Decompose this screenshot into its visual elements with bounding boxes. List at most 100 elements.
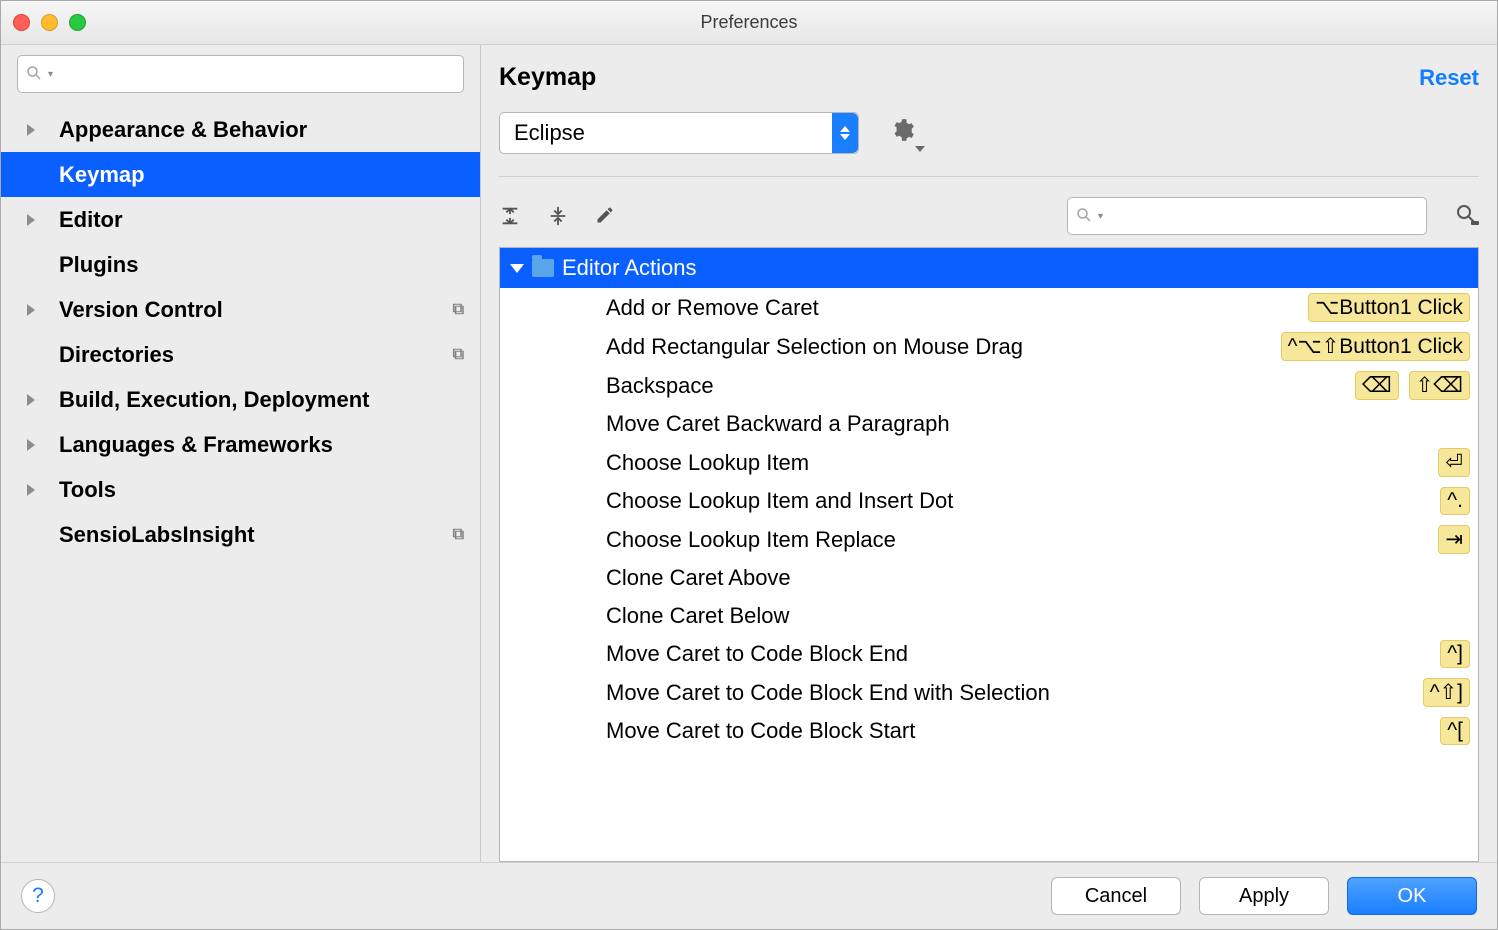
- scheme-value: Eclipse: [514, 120, 585, 146]
- action-label: Clone Caret Below: [606, 603, 1470, 629]
- shortcut-group: ^]: [1440, 640, 1470, 668]
- shortcut-badge: ^⌥⇧Button1 Click: [1281, 332, 1470, 361]
- action-row[interactable]: Move Caret Backward a Paragraph: [500, 405, 1478, 443]
- settings-tree: Appearance & Behavior Keymap Editor Plug…: [1, 107, 480, 862]
- find-by-shortcut-icon[interactable]: [1455, 203, 1479, 230]
- window-title: Preferences: [1, 12, 1497, 33]
- sidebar-item-label: Editor: [59, 207, 123, 233]
- action-label: Add Rectangular Selection on Mouse Drag: [606, 334, 1281, 360]
- shortcut-group: ⌫⇧⌫: [1355, 371, 1470, 400]
- expand-icon: [27, 394, 35, 406]
- edit-icon[interactable]: [595, 205, 615, 227]
- sidebar-search-input[interactable]: [53, 64, 455, 84]
- shortcut-group: ⌥Button1 Click: [1308, 293, 1470, 322]
- expand-icon: [27, 304, 35, 316]
- sidebar-item-label: SensioLabsInsight: [59, 522, 255, 548]
- sidebar-item-languages-frameworks[interactable]: Languages & Frameworks: [1, 422, 480, 467]
- gear-icon[interactable]: [889, 117, 915, 150]
- ok-button[interactable]: OK: [1347, 877, 1477, 915]
- shortcut-badge: ⇥: [1438, 525, 1470, 554]
- sidebar-item-sensiolabs[interactable]: SensioLabsInsight ⧉: [1, 512, 480, 557]
- sidebar-item-label: Keymap: [59, 162, 145, 188]
- action-row[interactable]: Choose Lookup Item and Insert Dot^.: [500, 482, 1478, 520]
- sidebar-item-label: Languages & Frameworks: [59, 432, 333, 458]
- stepper-icon: [832, 113, 858, 153]
- shortcut-group: ^⌥⇧Button1 Click: [1281, 332, 1470, 361]
- action-label: Backspace: [606, 373, 1355, 399]
- sidebar-item-label: Plugins: [59, 252, 138, 278]
- action-row[interactable]: Clone Caret Above: [500, 559, 1478, 597]
- sidebar-item-label: Build, Execution, Deployment: [59, 387, 369, 413]
- shortcut-badge: ⏎: [1438, 448, 1470, 477]
- shortcut-badge: ⌥Button1 Click: [1308, 293, 1470, 322]
- expand-all-icon[interactable]: [499, 205, 521, 227]
- action-row[interactable]: Move Caret to Code Block Start^[: [500, 712, 1478, 750]
- action-row[interactable]: Clone Caret Below: [500, 597, 1478, 635]
- project-scope-icon: ⧉: [453, 346, 464, 364]
- action-row[interactable]: Add Rectangular Selection on Mouse Drag^…: [500, 327, 1478, 366]
- shortcut-badge: ⇧⌫: [1409, 371, 1470, 400]
- shortcut-badge: ^]: [1440, 640, 1470, 668]
- project-scope-icon: ⧉: [453, 526, 464, 544]
- action-tree[interactable]: Editor Actions Add or Remove Caret⌥Butto…: [499, 247, 1479, 862]
- chevron-down-icon: [510, 264, 524, 273]
- content: ▾ Appearance & Behavior Keymap Editor Pl…: [1, 45, 1497, 862]
- shortcut-group: ^.: [1440, 487, 1470, 515]
- action-row[interactable]: Add or Remove Caret⌥Button1 Click: [500, 288, 1478, 327]
- sidebar-item-label: Directories: [59, 342, 174, 368]
- sidebar-item-plugins[interactable]: Plugins: [1, 242, 480, 287]
- dialog-buttons: ? Cancel Apply OK: [1, 862, 1497, 929]
- shortcut-group: ⇥: [1438, 525, 1470, 554]
- sidebar-item-build-execution-deployment[interactable]: Build, Execution, Deployment: [1, 377, 480, 422]
- action-label: Move Caret Backward a Paragraph: [606, 411, 1470, 437]
- action-row[interactable]: Choose Lookup Item⏎: [500, 443, 1478, 482]
- reset-link[interactable]: Reset: [1419, 65, 1479, 91]
- sidebar-item-label: Tools: [59, 477, 116, 503]
- expand-icon: [27, 439, 35, 451]
- search-icon: [26, 65, 44, 83]
- preferences-window: Preferences ▾ Appearance & Behavior: [0, 0, 1498, 930]
- shortcut-badge: ^[: [1440, 717, 1470, 745]
- shortcut-group: ⏎: [1438, 448, 1470, 477]
- shortcut-group: ^[: [1440, 717, 1470, 745]
- shortcut-badge: ^.: [1440, 487, 1470, 515]
- action-row[interactable]: Move Caret to Code Block End with Select…: [500, 673, 1478, 712]
- collapse-all-icon[interactable]: [547, 205, 569, 227]
- apply-button[interactable]: Apply: [1199, 877, 1329, 915]
- sidebar-item-editor[interactable]: Editor: [1, 197, 480, 242]
- action-row[interactable]: Backspace⌫⇧⌫: [500, 366, 1478, 405]
- sidebar-item-appearance-behavior[interactable]: Appearance & Behavior: [1, 107, 480, 152]
- sidebar-item-tools[interactable]: Tools: [1, 467, 480, 512]
- help-button[interactable]: ?: [21, 879, 55, 913]
- action-row[interactable]: Choose Lookup Item Replace⇥: [500, 520, 1478, 559]
- expand-icon: [27, 484, 35, 496]
- search-icon: [1076, 207, 1094, 225]
- action-label: Move Caret to Code Block End with Select…: [606, 680, 1423, 706]
- project-scope-icon: ⧉: [453, 301, 464, 319]
- titlebar: Preferences: [1, 1, 1497, 45]
- sidebar-item-keymap[interactable]: Keymap: [1, 152, 480, 197]
- cancel-button[interactable]: Cancel: [1051, 877, 1181, 915]
- action-row[interactable]: Move Caret to Code Block End^]: [500, 635, 1478, 673]
- main-panel: Keymap Reset Eclipse: [481, 45, 1497, 862]
- action-label: Move Caret to Code Block Start: [606, 718, 1440, 744]
- action-label: Add or Remove Caret: [606, 295, 1308, 321]
- action-search-input[interactable]: [1103, 206, 1418, 226]
- action-label: Choose Lookup Item and Insert Dot: [606, 488, 1440, 514]
- sidebar: ▾ Appearance & Behavior Keymap Editor Pl…: [1, 45, 481, 862]
- sidebar-item-label: Appearance & Behavior: [59, 117, 307, 143]
- page-title: Keymap: [499, 63, 596, 92]
- sidebar-item-directories[interactable]: Directories ⧉: [1, 332, 480, 377]
- action-label: Choose Lookup Item Replace: [606, 527, 1438, 553]
- folder-icon: [532, 259, 554, 277]
- group-editor-actions[interactable]: Editor Actions: [500, 248, 1478, 288]
- action-label: Move Caret to Code Block End: [606, 641, 1440, 667]
- sidebar-search[interactable]: ▾: [17, 55, 464, 93]
- action-search[interactable]: ▾: [1067, 197, 1427, 235]
- sidebar-item-label: Version Control: [59, 297, 223, 323]
- sidebar-item-version-control[interactable]: Version Control ⧉: [1, 287, 480, 332]
- expand-icon: [27, 214, 35, 226]
- shortcut-group: ^⇧]: [1423, 678, 1470, 707]
- keymap-scheme-select[interactable]: Eclipse: [499, 112, 859, 154]
- action-label: Clone Caret Above: [606, 565, 1470, 591]
